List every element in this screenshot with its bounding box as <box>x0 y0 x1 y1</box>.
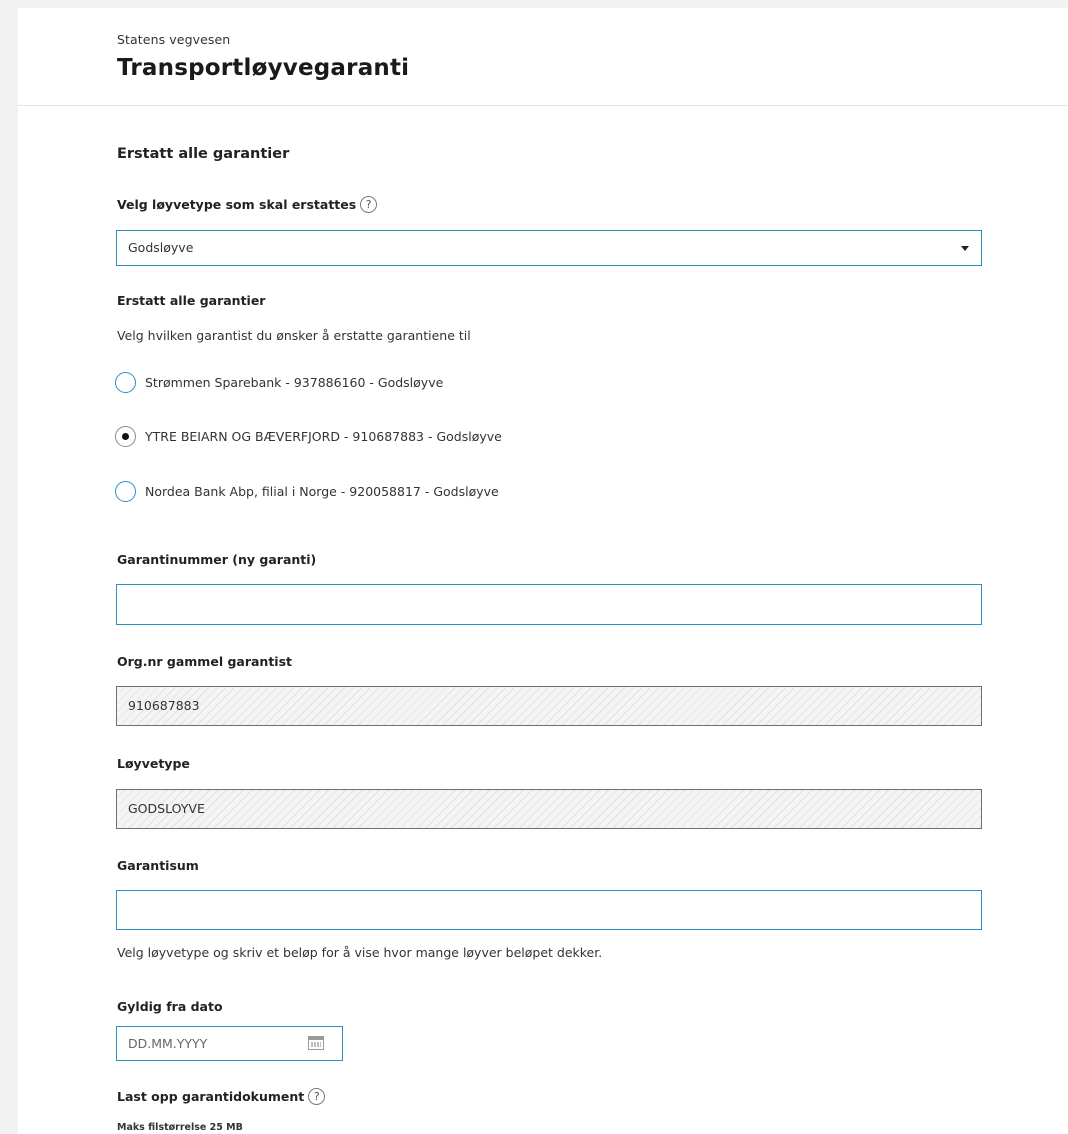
license-type-label: Løyvetype <box>117 756 190 771</box>
valid-from-placeholder: DD.MM.YYYY <box>128 1036 208 1051</box>
replace-all-label: Erstatt alle garantier <box>117 293 266 308</box>
guarantor-option-label: YTRE BEIARN OG BÆVERFJORD - 910687883 - … <box>145 429 502 444</box>
guarantor-option-3[interactable]: Nordea Bank Abp, filial i Norge - 920058… <box>115 481 499 502</box>
license-type-select-label-text: Velg løyvetype som skal erstattes <box>117 197 357 212</box>
old-guarantor-org-label: Org.nr gammel garantist <box>117 654 293 669</box>
license-type-select[interactable]: Godsløyve <box>116 230 982 266</box>
guarantor-option-label: Nordea Bank Abp, filial i Norge - 920058… <box>145 484 499 499</box>
upload-label-text: Last opp garantidokument <box>117 1089 305 1104</box>
guarantor-option-1[interactable]: Strømmen Sparebank - 937886160 - Godsløy… <box>115 372 443 393</box>
guarantee-number-label: Garantinummer (ny garanti) <box>117 552 317 567</box>
guarantee-number-input[interactable] <box>116 584 982 625</box>
guarantee-sum-hint: Velg løyvetype og skriv et beløp for å v… <box>117 945 603 960</box>
license-type-select-value: Godsløyve <box>128 240 194 255</box>
page-title: Transportløyvegaranti <box>117 55 410 81</box>
old-guarantor-org-field: 910687883 <box>116 686 982 726</box>
organization-name: Statens vegvesen <box>117 32 231 47</box>
question-circle-icon[interactable]: ? <box>360 196 378 213</box>
section-title: Erstatt alle garantier <box>117 146 290 162</box>
upload-label: Last opp garantidokument ? <box>117 1088 326 1105</box>
page: Statens vegvesen Transportløyvegaranti E… <box>18 8 1068 1134</box>
page-header: Statens vegvesen Transportløyvegaranti <box>18 8 1068 106</box>
license-type-value: GODSLOYVE <box>128 801 205 816</box>
question-circle-icon[interactable]: ? <box>308 1088 326 1105</box>
guarantee-sum-input[interactable] <box>116 890 982 930</box>
guarantor-option-2[interactable]: YTRE BEIARN OG BÆVERFJORD - 910687883 - … <box>115 426 502 447</box>
upload-max-size: Maks filstørrelse 25 MB <box>117 1122 243 1133</box>
chevron-down-icon <box>961 246 969 251</box>
guarantor-option-label: Strømmen Sparebank - 937886160 - Godsløy… <box>145 375 444 390</box>
license-type-select-label: Velg løyvetype som skal erstattes ? <box>117 196 378 213</box>
radio-button-selected[interactable] <box>115 426 136 447</box>
replace-all-description: Velg hvilken garantist du ønsker å ersta… <box>117 328 471 343</box>
guarantee-sum-label: Garantisum <box>117 858 199 873</box>
valid-from-date-input[interactable]: DD.MM.YYYY <box>116 1026 343 1061</box>
valid-from-label: Gyldig fra dato <box>117 999 223 1014</box>
license-type-field: GODSLOYVE <box>116 789 982 829</box>
radio-button[interactable] <box>115 372 136 393</box>
radio-button[interactable] <box>115 481 136 502</box>
calendar-icon[interactable] <box>308 1036 324 1050</box>
old-guarantor-org-value: 910687883 <box>128 698 200 713</box>
